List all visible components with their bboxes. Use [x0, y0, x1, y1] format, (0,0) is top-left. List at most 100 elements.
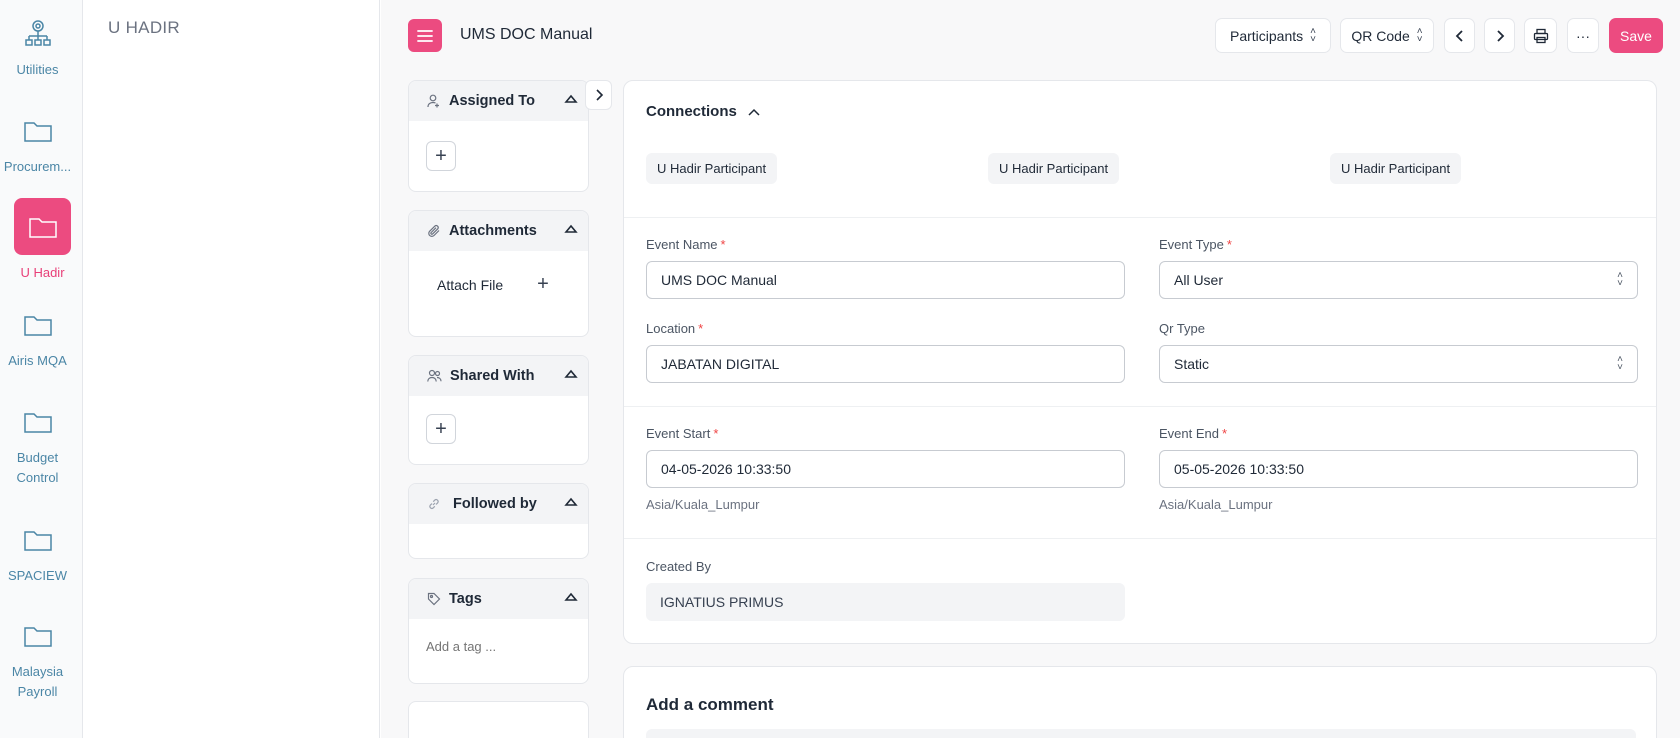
- shared-with-header[interactable]: Shared With: [409, 356, 588, 396]
- location-label: Location *: [646, 321, 704, 336]
- collapse-caret-icon: [564, 497, 578, 506]
- connection-pill[interactable]: U Hadir Participant: [646, 153, 778, 184]
- attachments-header[interactable]: Attachments: [409, 211, 588, 251]
- connections-title: Connections: [646, 103, 737, 120]
- assigned-to-label: Assigned To: [449, 93, 535, 109]
- rail-item-malaysia-payroll[interactable]: Malaysia Payroll: [0, 618, 75, 702]
- comment-input[interactable]: [646, 729, 1636, 738]
- tag-icon: [427, 592, 441, 606]
- active-indicator: [14, 198, 71, 255]
- form-card: Connections U Hadir Participant U Hadir …: [623, 80, 1657, 644]
- users-icon: [427, 369, 442, 382]
- sidebar-extra-card: [408, 701, 589, 738]
- qr-code-dropdown[interactable]: QR Code ˄ ˅: [1340, 18, 1434, 53]
- event-name-label: Event Name *: [646, 237, 726, 252]
- chevron-left-icon: [1455, 29, 1463, 42]
- rail-label: U Hadir: [20, 265, 65, 280]
- plus-icon: +: [537, 273, 549, 295]
- followed-by-label: Followed by: [453, 496, 537, 512]
- org-chart-icon: [24, 20, 51, 46]
- participants-label: Participants: [1230, 27, 1304, 44]
- chevron-up-icon: [748, 108, 760, 116]
- folder-icon: [23, 316, 52, 336]
- chevron-updown-icon: ˄ ˅: [1617, 354, 1623, 373]
- chevron-updown-icon: ˄ ˅: [1617, 270, 1623, 289]
- plus-icon: +: [435, 145, 447, 167]
- collapse-caret-icon: [564, 369, 578, 378]
- next-record-button[interactable]: [1484, 18, 1515, 53]
- event-start-timezone: Asia/Kuala_Lumpur: [646, 497, 760, 512]
- rail-item-utilities[interactable]: Utilities: [0, 16, 75, 80]
- event-type-label: Event Type *: [1159, 237, 1232, 252]
- rail-label: Malaysia Payroll: [11, 664, 64, 699]
- collapse-caret-icon: [564, 94, 578, 103]
- connection-pill[interactable]: U Hadir Participant: [988, 153, 1120, 184]
- folder-icon: [23, 413, 52, 433]
- collapse-caret-icon: [564, 224, 578, 233]
- chevron-right-icon: [595, 89, 603, 101]
- folder-icon: [23, 531, 52, 551]
- event-end-timezone: Asia/Kuala_Lumpur: [1159, 497, 1273, 512]
- created-by-value: IGNATIUS PRIMUS: [646, 583, 1125, 621]
- event-start-input[interactable]: 04-05-2026 10:33:50: [646, 450, 1125, 488]
- attachments-label: Attachments: [449, 223, 537, 239]
- chevron-updown-icon: ˄ ˅: [1416, 25, 1423, 45]
- folder-icon: [23, 627, 52, 647]
- attach-file-button[interactable]: Attach File +: [437, 273, 549, 296]
- module-title: U HADIR: [108, 18, 180, 37]
- module-panel: U HADIR: [84, 0, 380, 738]
- rail-label: Procurem...: [3, 159, 72, 174]
- qr-type-select[interactable]: Static ˄ ˅: [1159, 345, 1638, 383]
- attach-file-label: Attach File: [437, 276, 504, 293]
- app-rail: Utilities Procurem... U Hadir Airis MQA …: [0, 0, 83, 738]
- rail-item-spaciew[interactable]: SPACIEW: [0, 522, 75, 586]
- qr-code-label: QR Code: [1351, 27, 1410, 44]
- sidebar-collapse-toggle[interactable]: [585, 80, 612, 110]
- rail-label: SPACIEW: [8, 568, 67, 583]
- connections-section-toggle[interactable]: Connections: [646, 103, 761, 120]
- event-end-label: Event End *: [1159, 426, 1228, 441]
- printer-icon: [1533, 28, 1548, 43]
- attachments-card: Attachments Attach File +: [408, 210, 589, 337]
- event-end-input[interactable]: 05-05-2026 10:33:50: [1159, 450, 1638, 488]
- folder-icon: [23, 122, 52, 142]
- event-start-label: Event Start *: [646, 426, 719, 441]
- rail-item-budget-control[interactable]: Budget Control: [0, 404, 75, 488]
- participants-dropdown[interactable]: Participants ˄ ˅: [1215, 18, 1331, 53]
- event-type-select[interactable]: All User ˄ ˅: [1159, 261, 1638, 299]
- add-assignee-button[interactable]: +: [426, 141, 456, 171]
- chevron-right-icon: [1496, 29, 1504, 42]
- previous-record-button[interactable]: [1444, 18, 1475, 53]
- main-content: UMS DOC Manual Participants ˄ ˅ QR Code ˄…: [381, 0, 1680, 738]
- section-divider: [624, 406, 1656, 407]
- followed-by-card: Followed by: [408, 483, 589, 559]
- connection-pill[interactable]: U Hadir Participant: [1330, 153, 1462, 184]
- menu-toggle-button[interactable]: [408, 19, 442, 52]
- assigned-to-card: Assigned To +: [408, 80, 589, 192]
- event-type-value: All User: [1174, 272, 1224, 288]
- rail-item-procurement[interactable]: Procurem...: [0, 113, 75, 177]
- assigned-to-header[interactable]: Assigned To: [409, 81, 588, 121]
- event-name-input[interactable]: UMS DOC Manual: [646, 261, 1125, 299]
- chevron-updown-icon: ˄ ˅: [1310, 25, 1316, 45]
- more-actions-button[interactable]: ···: [1567, 18, 1599, 53]
- comment-card: Add a comment: [623, 666, 1657, 738]
- print-button[interactable]: [1524, 18, 1557, 53]
- add-share-button[interactable]: +: [426, 414, 456, 444]
- more-dots-icon: ···: [1576, 27, 1590, 44]
- section-divider: [624, 217, 1656, 218]
- created-by-label: Created By: [646, 559, 712, 574]
- paperclip-icon: [428, 225, 440, 237]
- followed-by-header[interactable]: Followed by: [409, 484, 588, 524]
- hamburger-icon: [417, 29, 433, 42]
- user-add-icon: [427, 94, 439, 108]
- rail-item-airis-mqa[interactable]: Airis MQA: [0, 307, 75, 371]
- location-input[interactable]: JABATAN DIGITAL: [646, 345, 1125, 383]
- save-button[interactable]: Save: [1609, 18, 1663, 53]
- qr-type-value: Static: [1174, 356, 1210, 372]
- add-tag-input[interactable]: [426, 639, 576, 654]
- rail-item-u-hadir[interactable]: U Hadir: [5, 198, 80, 283]
- folder-icon: [28, 217, 57, 238]
- tags-header[interactable]: Tags: [409, 579, 588, 619]
- shared-with-card: Shared With +: [408, 355, 589, 465]
